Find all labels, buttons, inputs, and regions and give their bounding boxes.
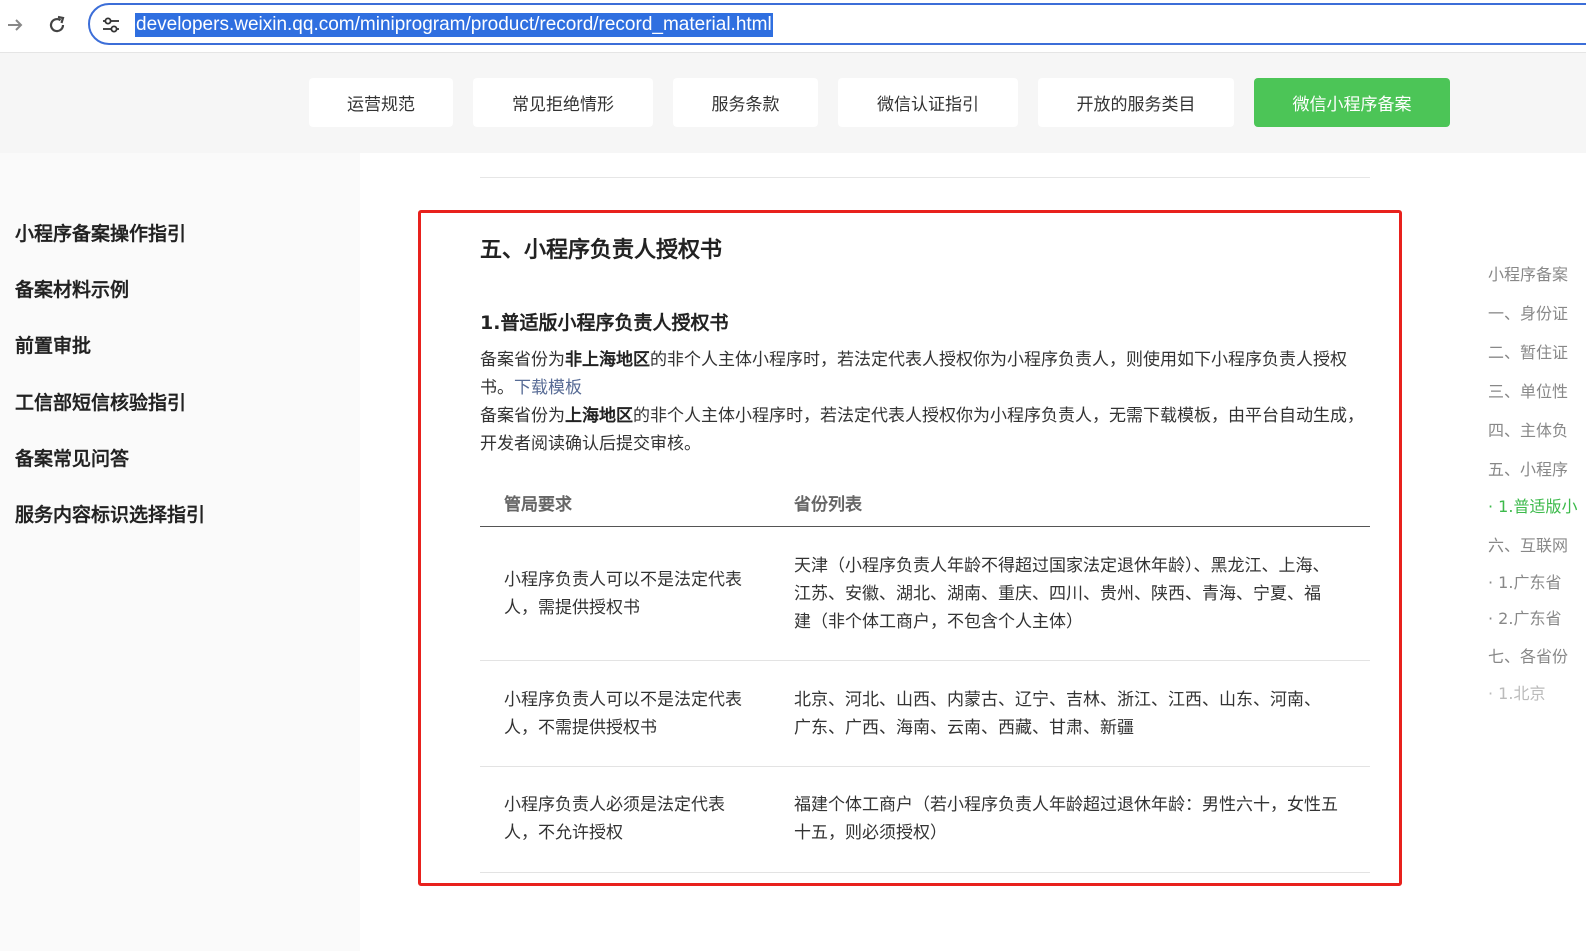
toc-item[interactable]: 三、单位性 <box>1488 378 1568 402</box>
toc-item[interactable]: 二、暂住证 <box>1488 339 1568 363</box>
nav-miniprogram-filing[interactable]: 微信小程序备案 <box>1254 78 1450 127</box>
reload-icon[interactable] <box>44 12 70 38</box>
sidebar-item-filing-guide[interactable]: 小程序备案操作指引 <box>15 219 186 246</box>
toc-item[interactable]: 小程序备案 <box>1488 261 1568 285</box>
sidebar-item-sms-verification[interactable]: 工信部短信核验指引 <box>15 388 186 415</box>
address-bar[interactable]: developers.weixin.qq.com/miniprogram/pro… <box>88 3 1586 45</box>
top-nav: 运营规范 常见拒绝情形 服务条款 微信认证指引 开放的服务类目 微信小程序备案 <box>0 53 1586 153</box>
toc-item[interactable]: · 1.北京 <box>1488 680 1545 704</box>
nav-common-rejections[interactable]: 常见拒绝情形 <box>473 78 653 127</box>
browser-toolbar: developers.weixin.qq.com/miniprogram/pro… <box>0 0 1586 53</box>
toc-item-active[interactable]: · 1.普适版小 <box>1488 493 1577 517</box>
toc-item[interactable]: 五、小程序 <box>1488 456 1568 480</box>
nav-service-terms[interactable]: 服务条款 <box>673 78 818 127</box>
red-highlight-box <box>418 210 1402 886</box>
url-text[interactable]: developers.weixin.qq.com/miniprogram/pro… <box>135 13 773 37</box>
arrow-right-icon[interactable] <box>2 12 28 38</box>
nav-open-service-categories[interactable]: 开放的服务类目 <box>1038 78 1234 127</box>
sidebar-item-service-label-guide[interactable]: 服务内容标识选择指引 <box>15 500 205 527</box>
sidebar-item-faq[interactable]: 备案常见问答 <box>15 444 129 471</box>
toc-item[interactable]: 四、主体负 <box>1488 417 1568 441</box>
section-divider <box>480 177 1370 178</box>
toc-item[interactable]: 六、互联网 <box>1488 532 1568 556</box>
nav-operation-rules[interactable]: 运营规范 <box>309 78 453 127</box>
toc-item[interactable]: 七、各省份 <box>1488 643 1568 667</box>
toc-item[interactable]: · 2.广东省 <box>1488 605 1561 629</box>
nav-wechat-certification[interactable]: 微信认证指引 <box>838 78 1018 127</box>
tune-icon[interactable] <box>100 14 122 36</box>
toc-item[interactable]: · 1.广东省 <box>1488 569 1561 593</box>
sidebar-item-pre-approval[interactable]: 前置审批 <box>15 331 91 358</box>
sidebar-item-material-examples[interactable]: 备案材料示例 <box>15 275 129 302</box>
toc-item[interactable]: 一、身份证 <box>1488 300 1568 324</box>
left-sidebar: 小程序备案操作指引 备案材料示例 前置审批 工信部短信核验指引 备案常见问答 服… <box>0 153 360 951</box>
